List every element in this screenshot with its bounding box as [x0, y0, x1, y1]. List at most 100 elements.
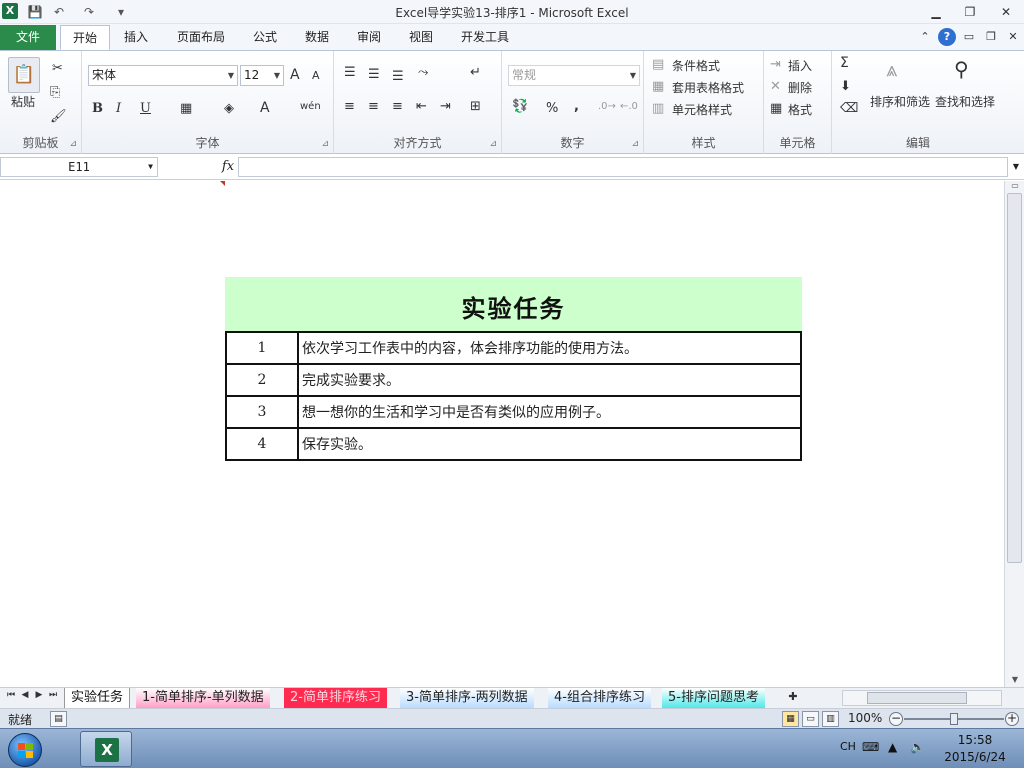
task-number-cell[interactable]: 4 — [225, 427, 299, 461]
first-sheet-icon[interactable]: ⏮ — [4, 690, 18, 700]
vertical-scroll-thumb[interactable] — [1007, 193, 1022, 563]
zoom-slider-thumb[interactable] — [950, 713, 958, 725]
cell-styles-icon[interactable]: ▥ — [652, 101, 664, 116]
decrease-indent-icon[interactable]: ⇤ — [416, 99, 427, 114]
clock-time[interactable]: 15:58 — [945, 733, 1005, 747]
autosum-icon[interactable]: Σ — [840, 55, 849, 71]
tab-review[interactable]: 审阅 — [347, 25, 391, 50]
macro-record-icon[interactable]: ▤ — [50, 711, 67, 727]
sheet-tab-3[interactable]: 3-简单排序-两列数据 — [400, 688, 534, 708]
fill-icon[interactable]: ⬇ — [840, 79, 851, 94]
scroll-down-icon[interactable]: ▼ — [1005, 675, 1024, 684]
tab-file[interactable]: 文件 — [0, 25, 56, 50]
align-left-icon[interactable]: ≡ — [344, 99, 355, 114]
doc-minimize-icon[interactable]: ▭ — [960, 28, 978, 46]
keyboard-icon[interactable]: ⌨ — [862, 740, 879, 754]
start-button[interactable] — [8, 733, 42, 767]
comma-button[interactable]: , — [574, 99, 579, 114]
clipboard-launcher-icon[interactable]: ⊿ — [69, 139, 77, 149]
zoom-in-icon[interactable]: + — [1005, 712, 1019, 726]
task-header-cell[interactable]: 实验任务 — [225, 277, 802, 331]
task-number-cell[interactable]: 3 — [225, 395, 299, 429]
collapse-ribbon-icon[interactable]: ⌃ — [916, 28, 934, 46]
font-name-combo[interactable]: 宋体 ▼ — [88, 65, 238, 86]
worksheet-area[interactable]: 实验任务 1 依次学习工作表中的内容，体会排序功能的使用方法。 2 完成实验要求… — [0, 181, 1004, 687]
close-icon[interactable]: ✕ — [992, 2, 1020, 22]
zoom-out-icon[interactable]: − — [889, 712, 903, 726]
number-launcher-icon[interactable]: ⊿ — [631, 139, 639, 149]
language-indicator[interactable]: CH — [840, 740, 856, 753]
orientation-icon[interactable]: ⤳ — [418, 65, 428, 80]
paste-icon[interactable]: 📋 — [8, 57, 40, 93]
format-cells-icon[interactable]: ▦ — [770, 101, 782, 116]
sheet-tab-5[interactable]: 5-排序问题思考 — [662, 688, 765, 708]
formula-input[interactable] — [238, 157, 1008, 177]
format-as-table-button[interactable]: 套用表格格式 — [672, 79, 744, 96]
increase-decimal-icon[interactable]: .0→ — [598, 101, 616, 112]
bold-button[interactable]: B — [92, 101, 103, 116]
tab-page-layout[interactable]: 页面布局 — [168, 25, 234, 50]
align-top-icon[interactable]: ☰ — [344, 65, 356, 80]
sort-filter-icon[interactable]: ⩓ — [886, 57, 897, 81]
align-middle-icon[interactable]: ☰ — [368, 67, 380, 82]
increase-indent-icon[interactable]: ⇥ — [440, 99, 451, 114]
sheet-tab-2[interactable]: 2-简单排序练习 — [284, 688, 387, 708]
align-bottom-icon[interactable]: ☰ — [392, 69, 404, 84]
task-number-cell[interactable]: 2 — [225, 363, 299, 397]
accounting-format-icon[interactable]: 💱 — [512, 99, 528, 114]
shrink-font-icon[interactable]: A — [312, 69, 320, 82]
tab-home[interactable]: 开始 — [60, 25, 110, 50]
sheet-tab-4[interactable]: 4-组合排序练习 — [548, 688, 651, 708]
cut-icon[interactable]: ✂ — [52, 61, 63, 76]
sheet-tab-task[interactable]: 实验任务 — [64, 688, 131, 708]
font-color-icon[interactable]: A — [260, 100, 270, 116]
find-select-button[interactable]: 查找和选择 — [935, 93, 995, 110]
taskbar-excel-button[interactable]: X — [80, 731, 132, 767]
normal-view-icon[interactable]: ▦ — [782, 711, 799, 727]
zoom-level[interactable]: 100% — [848, 711, 882, 725]
cell-styles-button[interactable]: 单元格样式 — [672, 101, 732, 118]
insert-cells-icon[interactable]: ⇥ — [770, 57, 781, 72]
sheet-tab-1[interactable]: 1-简单排序-单列数据 — [136, 688, 270, 708]
last-sheet-icon[interactable]: ⏭ — [46, 690, 60, 700]
copy-icon[interactable]: ⎘ — [50, 85, 60, 100]
task-text-cell[interactable]: 完成实验要求。 — [297, 363, 802, 397]
name-box[interactable]: E11 ▼ — [0, 157, 158, 177]
task-number-cell[interactable]: 1 — [225, 331, 299, 365]
delete-cells-button[interactable]: 删除 — [788, 79, 812, 96]
restore-icon[interactable]: ❐ — [956, 2, 984, 22]
decrease-decimal-icon[interactable]: ←.0 — [620, 101, 638, 112]
delete-cells-icon[interactable]: ✕ — [770, 79, 781, 94]
grow-font-icon[interactable]: A — [290, 67, 300, 83]
align-center-icon[interactable]: ≡ — [368, 99, 379, 114]
next-sheet-icon[interactable]: ▶ — [32, 690, 46, 700]
tab-developer[interactable]: 开发工具 — [452, 25, 518, 50]
tab-insert[interactable]: 插入 — [114, 25, 158, 50]
wrap-text-icon[interactable]: ↵ — [470, 65, 481, 80]
fill-color-icon[interactable]: ◈ — [224, 101, 234, 116]
conditional-format-icon[interactable]: ▤ — [652, 57, 664, 72]
page-break-view-icon[interactable]: ▥ — [822, 711, 839, 727]
clear-icon[interactable]: ⌫ — [840, 101, 858, 116]
tab-view[interactable]: 视图 — [399, 25, 443, 50]
minimize-icon[interactable]: ▁ — [922, 2, 950, 22]
tab-data[interactable]: 数据 — [295, 25, 339, 50]
vertical-scrollbar[interactable]: ▭ ▼ — [1004, 181, 1024, 687]
merge-center-icon[interactable]: ⊞ — [470, 99, 481, 114]
help-icon[interactable]: ? — [938, 28, 956, 46]
insert-function-button[interactable]: fx — [218, 157, 238, 177]
task-text-cell[interactable]: 保存实验。 — [297, 427, 802, 461]
prev-sheet-icon[interactable]: ◀ — [18, 690, 32, 700]
font-size-combo[interactable]: 12 ▼ — [240, 65, 284, 86]
doc-close-icon[interactable]: ✕ — [1004, 28, 1022, 46]
underline-button[interactable]: U — [140, 101, 151, 116]
percent-button[interactable]: % — [546, 101, 558, 116]
number-format-combo[interactable]: 常规 ▼ — [508, 65, 640, 86]
expand-formula-bar-icon[interactable]: ▼ — [1008, 157, 1024, 177]
find-binoculars-icon[interactable]: ⚲ — [954, 57, 969, 81]
insert-sheet-icon[interactable]: ✚ — [786, 690, 800, 703]
doc-restore-icon[interactable]: ❐ — [982, 28, 1000, 46]
page-layout-view-icon[interactable]: ▭ — [802, 711, 819, 727]
tab-formulas[interactable]: 公式 — [243, 25, 287, 50]
conditional-format-button[interactable]: 条件格式 — [672, 57, 720, 74]
